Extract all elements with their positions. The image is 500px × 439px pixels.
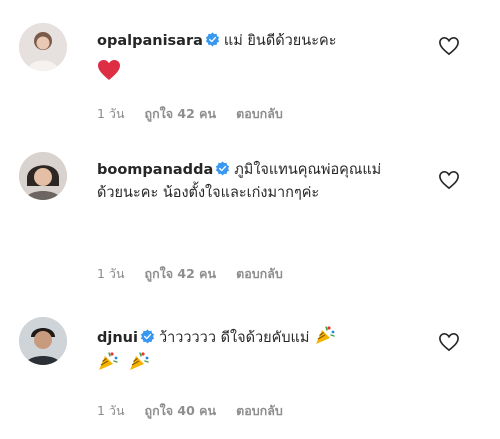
party-popper-icon [99, 352, 118, 370]
avatar[interactable] [19, 317, 67, 365]
comment-body: ว้าววววว ดีใจด้วยคับแม่ [158, 330, 310, 346]
comment-text: boompanadda ภูมิใจแทนคุณพ่อคุณแม่ด้วยนะคะ… [97, 159, 407, 205]
verified-badge-icon [216, 161, 230, 176]
comment-likes[interactable]: ถูกใจ 42 คน [145, 106, 217, 121]
comment-likes[interactable]: ถูกใจ 42 คน [145, 266, 217, 281]
avatar[interactable] [19, 152, 67, 200]
avatar-image [19, 23, 67, 71]
reply-button[interactable]: ตอบกลับ [236, 403, 283, 418]
verified-badge-icon [140, 329, 155, 344]
avatar-image [19, 317, 67, 365]
like-heart-icon[interactable] [438, 332, 460, 352]
comment-time: 1 วัน [97, 106, 125, 121]
verified-badge-icon [205, 32, 220, 47]
comment-body: แม่ ยินดีด้วยนะคะ [223, 33, 337, 49]
comment-username[interactable]: opalpanisara [97, 33, 203, 49]
reply-button[interactable]: ตอบกลับ [236, 106, 283, 121]
party-popper-icon [316, 326, 335, 344]
comment-time: 1 วัน [97, 266, 125, 281]
comment-meta: 1 วัน ถูกใจ 40 คน ตอบกลับ [97, 401, 303, 421]
comment-username[interactable]: djnui [97, 330, 138, 346]
comment-item: djnui ว้าววววว ดีใจด้วยคับแม่ 1 วัน ถูกใจ … [0, 290, 500, 439]
avatar-image [19, 152, 67, 200]
comment-username[interactable]: boompanadda [97, 162, 213, 178]
comment-text: opalpanisara แม่ ยินดีด้วยนะคะ [97, 30, 427, 85]
comment-item: opalpanisara แม่ ยินดีด้วยนะคะ 1 วัน ถูกใจ… [0, 0, 500, 140]
like-heart-icon[interactable] [438, 170, 460, 190]
comment-item: boompanadda ภูมิใจแทนคุณพ่อคุณแม่ด้วยนะคะ… [0, 140, 500, 290]
red-heart-icon [98, 60, 120, 80]
avatar[interactable] [19, 23, 67, 71]
comment-time: 1 วัน [97, 403, 125, 418]
comment-likes[interactable]: ถูกใจ 40 คน [145, 403, 217, 418]
party-popper-icon [129, 352, 149, 370]
comment-meta: 1 วัน ถูกใจ 42 คน ตอบกลับ [97, 104, 303, 124]
like-heart-icon[interactable] [438, 36, 460, 56]
reply-button[interactable]: ตอบกลับ [236, 266, 283, 281]
comment-meta: 1 วัน ถูกใจ 42 คน ตอบกลับ [97, 264, 303, 284]
comment-text: djnui ว้าววววว ดีใจด้วยคับแม่ [97, 324, 417, 376]
